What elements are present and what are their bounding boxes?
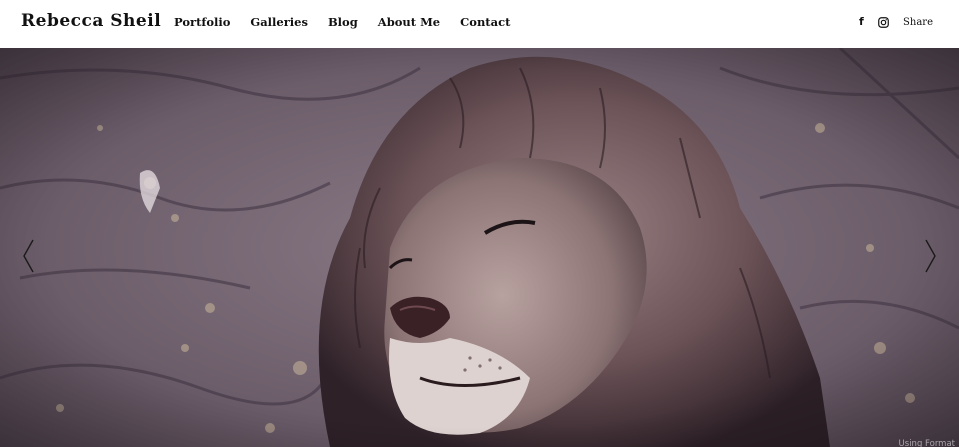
nav-galleries[interactable]: Galleries — [250, 15, 308, 29]
social-links: f Share — [859, 15, 933, 29]
nav-portfolio[interactable]: Portfolio — [174, 15, 230, 29]
site-title[interactable]: Rebecca Sheil — [21, 11, 161, 31]
site-header: Rebecca Sheil Portfolio Galleries Blog A… — [0, 0, 959, 48]
instagram-icon[interactable] — [878, 16, 889, 28]
facebook-icon[interactable]: f — [859, 15, 869, 29]
next-slide-button[interactable] — [924, 238, 938, 274]
previous-slide-button[interactable] — [21, 238, 35, 274]
hero-slideshow: Using Format — [0, 48, 959, 447]
lion-photo — [0, 48, 959, 447]
main-nav: Portfolio Galleries Blog About Me Contac… — [174, 15, 530, 29]
nav-blog[interactable]: Blog — [328, 15, 358, 29]
nav-contact[interactable]: Contact — [460, 15, 510, 29]
format-badge[interactable]: Using Format — [899, 439, 955, 447]
chevron-left-icon — [23, 239, 34, 273]
nav-about-me[interactable]: About Me — [378, 15, 440, 29]
chevron-right-icon — [925, 239, 936, 273]
share-button[interactable]: Share — [903, 17, 933, 28]
